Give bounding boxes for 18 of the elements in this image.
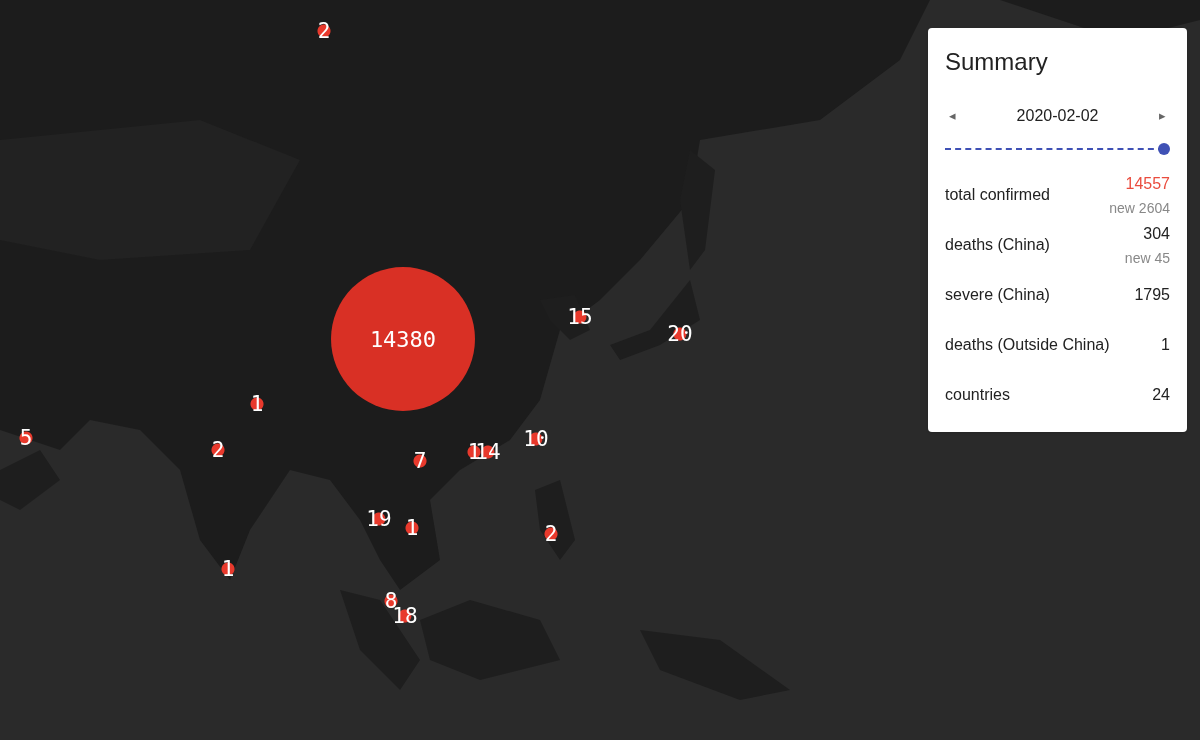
previous-button[interactable]: ◂: [945, 106, 960, 126]
date-slider[interactable]: [945, 142, 1170, 156]
stat-label: deaths (Outside China): [945, 335, 1110, 355]
stat-new: new 45: [1124, 248, 1170, 268]
stat-label: countries: [945, 385, 1010, 405]
date-label: 2020-02-02: [1016, 106, 1099, 126]
stat-label: severe (China): [945, 285, 1050, 305]
stat-value: 1: [1161, 335, 1170, 355]
stat-value: 304: [1143, 223, 1170, 244]
next-button[interactable]: ▸: [1155, 106, 1170, 126]
stat-new: new 2604: [1109, 198, 1170, 218]
slider-thumb[interactable]: [1158, 143, 1170, 155]
stat-value: 14557: [1125, 173, 1170, 194]
panel-title: Summary: [945, 47, 1049, 77]
stat-label: deaths (China): [945, 235, 1050, 255]
stat-value: 24: [1152, 385, 1170, 405]
stat-value: 1795: [1134, 285, 1170, 305]
stat-label: total confirmed: [945, 185, 1050, 205]
